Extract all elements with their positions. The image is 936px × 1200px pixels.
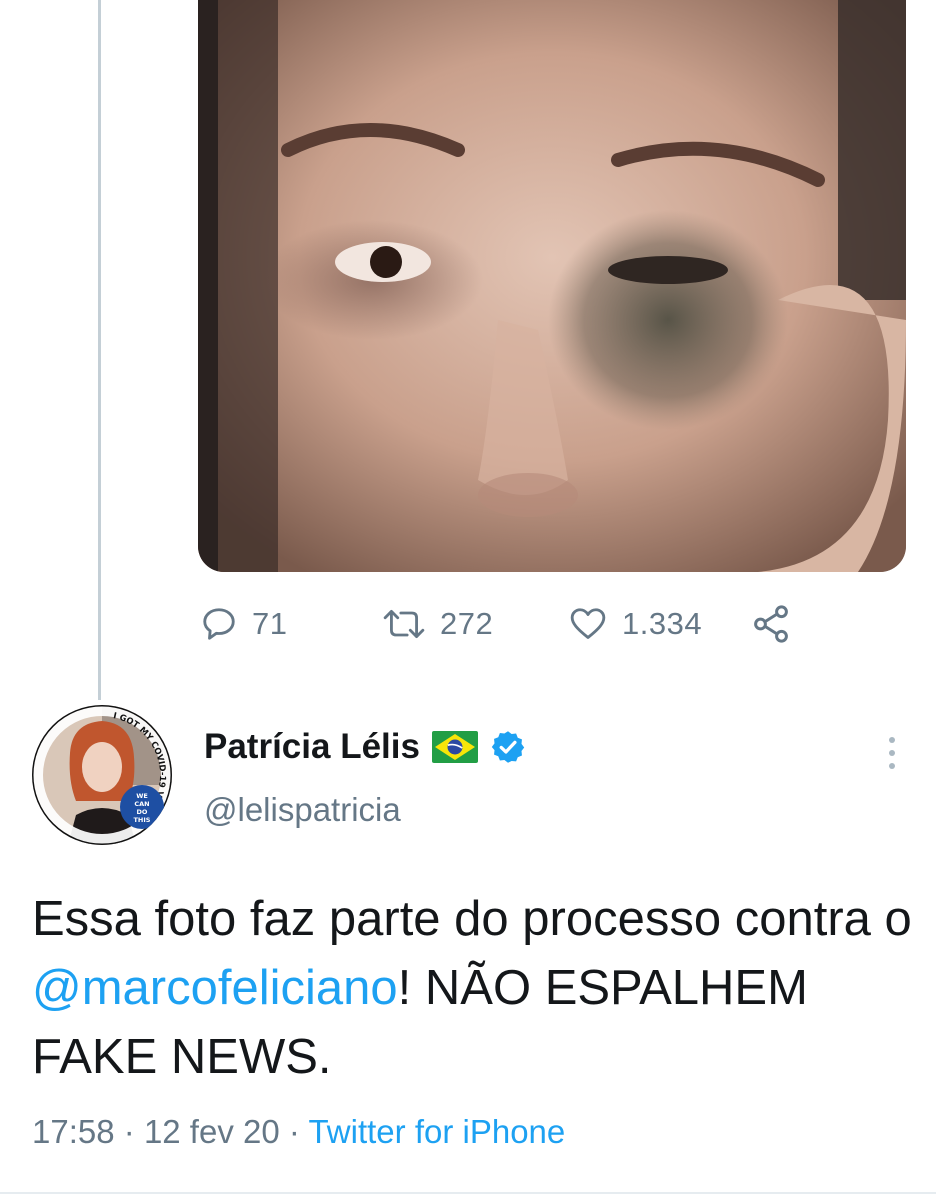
avatar-badge-line-2: CAN [134,800,149,808]
author-display-name[interactable]: Patrícia Lélis [204,727,420,767]
like-button[interactable]: 1.334 [568,600,702,648]
share-icon [750,603,792,645]
reply-button[interactable]: 71 [200,600,287,648]
photo-of-face-with-bruised-eye-icon [198,0,906,572]
avatar[interactable]: I GOT MY COVID-19 VACCINE WE CAN DO THIS [32,705,172,845]
mention-link[interactable]: @marcofeliciano [32,961,398,1015]
avatar-badge-line-3: DO [137,808,148,816]
meta-separator: · [123,1113,135,1150]
more-options-icon[interactable] [882,733,902,773]
tweet-author: I GOT MY COVID-19 VACCINE WE CAN DO THIS… [32,705,912,855]
thread-connector-line [98,0,101,700]
reply-count: 71 [252,606,288,641]
reply-icon [200,605,238,643]
tweet-action-bar: 71 272 1.334 [200,600,820,648]
meta-separator: · [288,1113,300,1150]
tweet-time: 17:58 [32,1113,115,1150]
retweet-button[interactable]: 272 [382,600,493,648]
tweet-text-part-1: Essa foto faz parte do processo contra o [32,892,912,946]
like-count: 1.334 [622,606,703,641]
avatar-badge-line-1: WE [136,792,148,800]
author-name-row: Patrícia Lélis [204,727,526,767]
avatar-badge-line-4: THIS [134,816,151,824]
tweet-source-link[interactable]: Twitter for iPhone [308,1113,565,1150]
tweet-photo[interactable] [198,0,906,572]
brazil-flag-icon [431,731,478,763]
share-button[interactable] [750,600,792,648]
author-handle[interactable]: @lelispatricia [204,791,401,829]
heart-icon [568,605,608,643]
verified-badge-icon [490,729,526,765]
retweet-icon [382,605,426,643]
tweet-text: Essa foto faz parte do processo contra o… [32,885,912,1092]
tweet-meta: 17:58 · 12 fev 20 · Twitter for iPhone [32,1113,565,1151]
retweet-count: 272 [440,606,494,641]
tweet-date: 12 fev 20 [143,1113,280,1150]
divider [0,1192,936,1194]
